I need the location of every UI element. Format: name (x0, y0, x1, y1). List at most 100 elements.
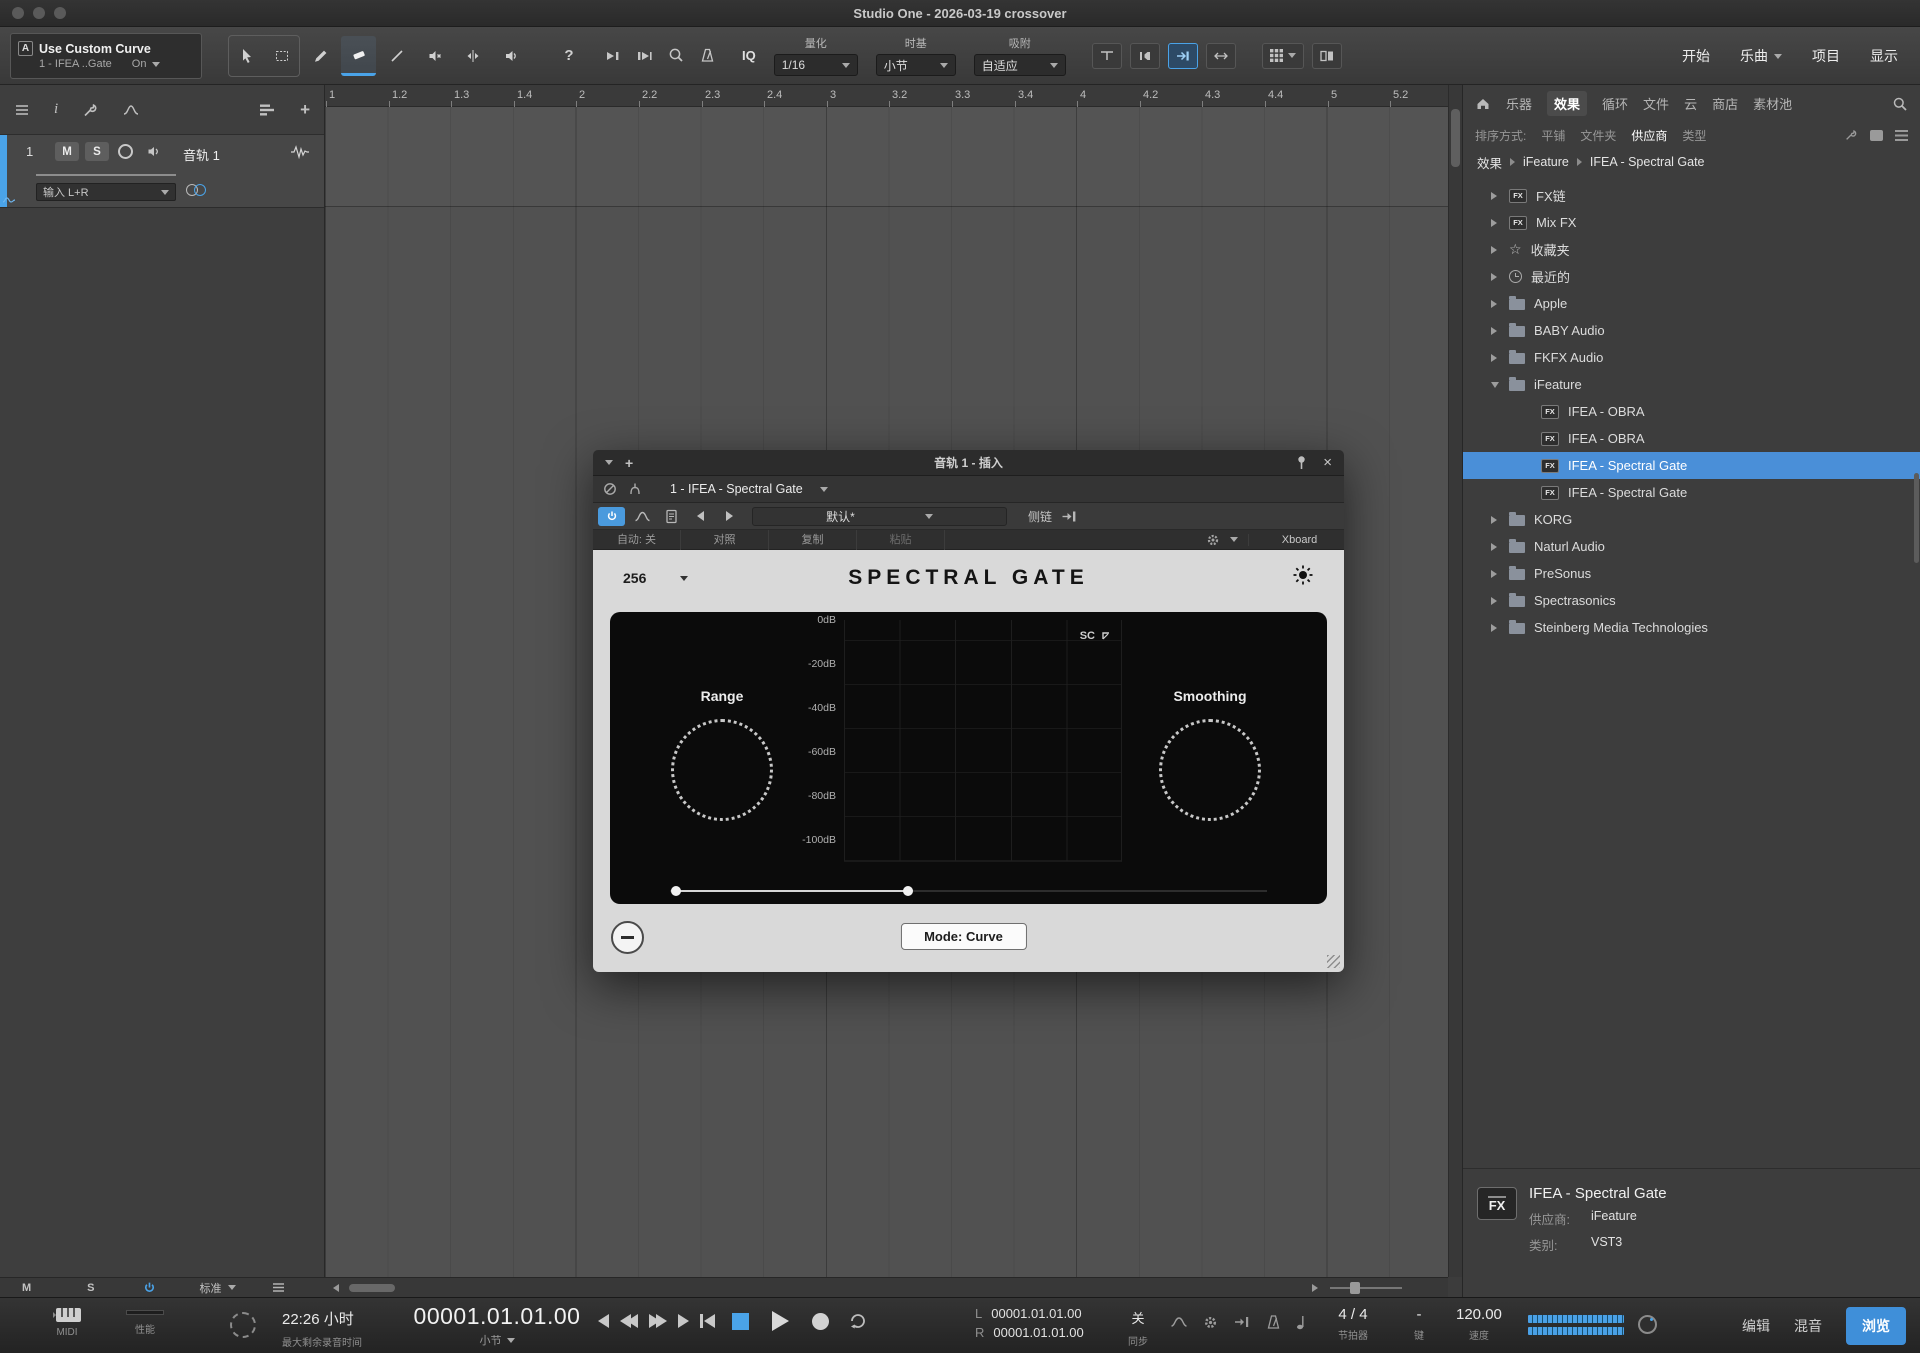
chevron-down-icon[interactable] (1230, 537, 1238, 542)
audition-left-button[interactable] (1129, 42, 1160, 69)
sort-folder[interactable]: 文件夹 (1580, 127, 1616, 144)
close-icon[interactable]: × (1323, 455, 1332, 470)
zoom-q-icon[interactable] (668, 47, 685, 64)
previous-preset-button[interactable] (688, 507, 712, 526)
spectrum-graph[interactable] (844, 620, 1122, 862)
monitor-button[interactable] (146, 144, 162, 159)
preset-file-button[interactable] (659, 507, 683, 526)
expand-icon[interactable] (1491, 353, 1497, 362)
tab-shop[interactable]: 商店 (1712, 94, 1738, 113)
punch-in-icon[interactable] (1233, 1315, 1251, 1329)
playhead-position-display[interactable]: 00001.01.01.00 小节 (402, 1303, 592, 1348)
vertical-scrollbar[interactable] (1448, 85, 1462, 1277)
eraser-tool-button[interactable] (341, 35, 376, 76)
fast-forward-button[interactable] (649, 1314, 667, 1328)
brightness-icon[interactable] (1292, 564, 1314, 586)
breadcrumb-plugin[interactable]: IFEA - Spectral Gate (1590, 155, 1705, 169)
sidechain-toggle[interactable]: SC (1080, 630, 1112, 642)
breadcrumb-vendor[interactable]: iFeature (1523, 155, 1569, 169)
slider-handle-high[interactable] (903, 886, 913, 896)
collapse-icon[interactable] (1491, 381, 1499, 388)
range-tool-button[interactable] (264, 36, 299, 76)
preset-dropdown[interactable]: 默认* (752, 506, 1007, 526)
expand-icon[interactable] (1491, 326, 1497, 335)
expand-icon[interactable] (1491, 515, 1497, 524)
expand-icon[interactable] (1491, 596, 1497, 605)
track-mode-dropdown[interactable]: 标准 (200, 1280, 236, 1296)
auto-scroll-button[interactable] (1167, 42, 1198, 69)
next-preset-button[interactable] (717, 507, 741, 526)
previous-marker-button[interactable] (598, 1314, 609, 1328)
track-list-icon[interactable] (259, 103, 276, 117)
global-solo-button[interactable]: S (87, 1282, 94, 1294)
expand-icon[interactable] (1491, 245, 1497, 254)
metronome-icon[interactable] (699, 47, 716, 64)
expand-icon[interactable] (1491, 623, 1497, 632)
snap-dropdown[interactable]: 自适应 (973, 54, 1066, 76)
rewind-button[interactable] (620, 1314, 638, 1328)
breadcrumb-effects[interactable]: 效果 (1477, 153, 1502, 172)
plugin-power-button[interactable] (598, 506, 625, 526)
song-page-button[interactable]: 乐曲 (1740, 46, 1782, 66)
track-header-1[interactable]: 1 M S 音轨 1 输入 L+R (0, 135, 324, 208)
expand-icon[interactable] (1491, 542, 1497, 551)
sort-vendor[interactable]: 供应商 (1631, 127, 1667, 144)
gear-icon[interactable] (1206, 533, 1220, 547)
global-mute-button[interactable]: M (22, 1282, 31, 1294)
sort-flat[interactable]: 平铺 (1541, 127, 1565, 144)
vertical-scroll-thumb[interactable] (1451, 109, 1460, 167)
loop-range-display[interactable]: L 00001.01.01.00 R 00001.01.01.00 (975, 1306, 1084, 1344)
search-icon[interactable] (1892, 96, 1908, 112)
crossfade-button[interactable] (1205, 42, 1236, 69)
spectral-display[interactable]: 0dB -20dB -40dB -60dB -80dB -100dB SC Ra… (610, 612, 1327, 904)
tree-item-fkfx-audio[interactable]: FKFX Audio (1463, 344, 1920, 371)
line-tool-button[interactable] (379, 36, 414, 76)
arrow-tool-button[interactable] (229, 36, 264, 76)
paste-button[interactable]: 粘贴 (857, 529, 945, 550)
tree-item-ifea-spectral-gate-selected[interactable]: IFEA - Spectral Gate (1463, 452, 1920, 479)
compare-button[interactable]: 对照 (681, 529, 769, 550)
copy-button[interactable]: 复制 (769, 529, 857, 550)
tree-item-ifeature[interactable]: iFeature (1463, 371, 1920, 398)
position-unit[interactable]: 小节 (480, 1332, 502, 1348)
expand-icon[interactable] (1491, 299, 1497, 308)
tree-item-apple[interactable]: Apple (1463, 290, 1920, 317)
edit-view-button[interactable]: 编辑 (1742, 1316, 1770, 1336)
record-button[interactable] (812, 1312, 829, 1330)
tempo-wave-icon[interactable] (1170, 1315, 1188, 1329)
tab-pool[interactable]: 素材池 (1753, 94, 1792, 113)
plugin-automation-button[interactable] (630, 507, 654, 526)
tree-item-ifea-obra-2[interactable]: IFEA - OBRA (1463, 425, 1920, 452)
tree-item-naturl-audio[interactable]: Naturl Audio (1463, 533, 1920, 560)
home-icon[interactable] (1475, 96, 1491, 111)
track-name[interactable]: 音轨 1 (183, 145, 220, 164)
snap-guide-button[interactable] (1091, 42, 1122, 69)
performance-indicator[interactable]: 性能 (126, 1310, 164, 1336)
tree-item-korg[interactable]: KORG (1463, 506, 1920, 533)
quarter-note-icon[interactable] (1296, 1314, 1306, 1330)
smoothing-knob[interactable] (1159, 719, 1261, 821)
follow-scroll-icon[interactable] (636, 48, 654, 64)
tree-item-steinberg[interactable]: Steinberg Media Technologies (1463, 614, 1920, 641)
frequency-range-slider[interactable] (610, 884, 1327, 898)
pin-icon[interactable] (1295, 455, 1308, 470)
zoom-slider-handle[interactable] (1350, 1282, 1360, 1294)
sync-toggle[interactable]: 关 同步 (1128, 1308, 1148, 1348)
tab-cloud[interactable]: 云 (1684, 94, 1697, 113)
plugin-slot-dropdown[interactable]: 1 - IFEA - Spectral Gate (670, 482, 803, 496)
wrench-icon[interactable] (82, 102, 98, 118)
panel-view-icon[interactable] (1870, 129, 1883, 141)
zoom-slider[interactable] (1330, 1287, 1402, 1289)
sort-type[interactable]: 类型 (1682, 127, 1706, 144)
solo-button[interactable]: S (85, 142, 109, 161)
gear-icon[interactable] (1203, 1315, 1218, 1330)
corner-expand-icon[interactable] (1100, 630, 1112, 642)
tree-item-ifea-spectral-gate-2[interactable]: IFEA - Spectral Gate (1463, 479, 1920, 506)
minus-button[interactable] (611, 921, 644, 954)
automation-curve-icon[interactable] (122, 103, 140, 117)
stereo-mode-icon[interactable] (186, 184, 206, 196)
pencil-tool-button[interactable] (303, 36, 338, 76)
project-page-button[interactable]: 项目 (1812, 46, 1840, 66)
loop-button[interactable] (846, 1310, 870, 1332)
track-lane-1[interactable] (325, 107, 1448, 207)
